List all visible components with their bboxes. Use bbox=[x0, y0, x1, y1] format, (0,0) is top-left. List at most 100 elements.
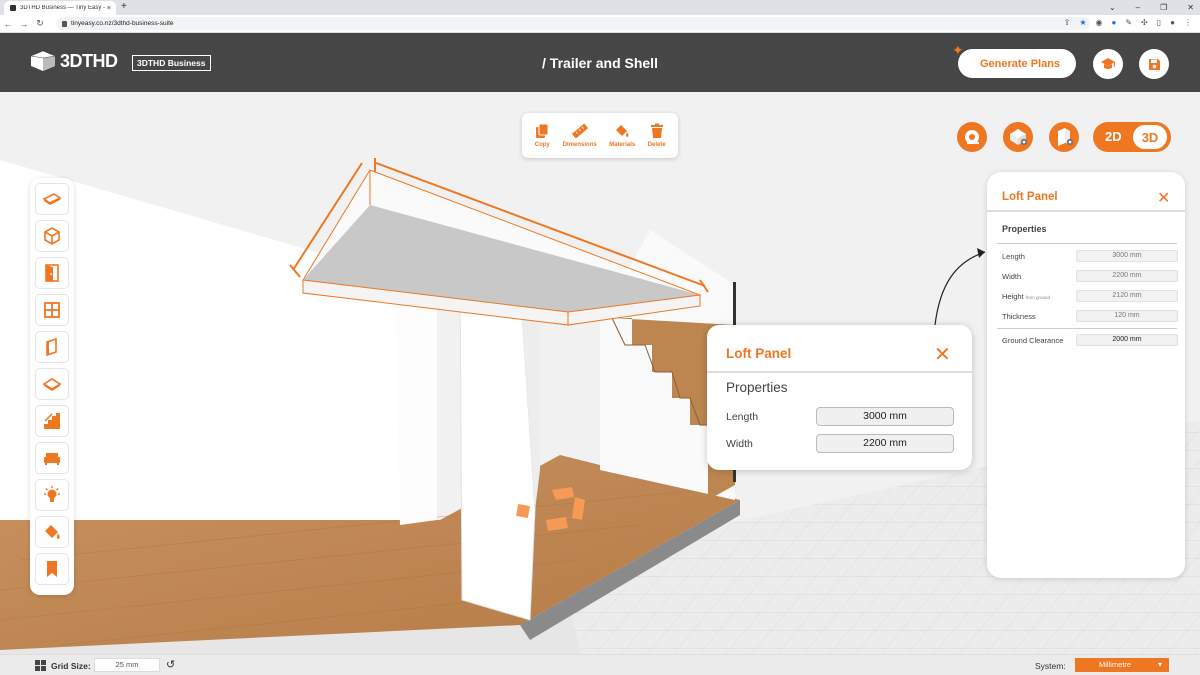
status-bar: Grid Size: 25 mm ↺ System: Millimetre ▾ bbox=[0, 654, 1200, 675]
sidebar-item-bookmarks[interactable] bbox=[35, 553, 69, 585]
paint-bucket-icon bbox=[45, 525, 60, 539]
popup-length-field[interactable]: 3000 mm bbox=[816, 407, 954, 426]
url-field[interactable]: tinyeasy.co.nz/3dthd-business-suite bbox=[56, 17, 1090, 30]
puzzle-icon[interactable]: ✣ bbox=[1141, 18, 1148, 27]
sidebar-item-paint[interactable] bbox=[35, 516, 69, 548]
sidebar-item-lighting[interactable] bbox=[35, 479, 69, 511]
profile-icon[interactable]: ● bbox=[1170, 18, 1175, 27]
sidebar-item-furniture[interactable] bbox=[35, 442, 69, 474]
restore-button[interactable]: ❐ bbox=[1160, 3, 1167, 12]
properties-panel: Loft Panel ✕ Properties Length 3000 mm W… bbox=[987, 172, 1185, 578]
panel-close-icon[interactable]: ✕ bbox=[1157, 188, 1170, 208]
height-row: Height from ground 2120 mm bbox=[1002, 290, 1178, 302]
thickness-field[interactable]: 120 mm bbox=[1076, 310, 1178, 322]
popup-width-row: Width 2200 mm bbox=[726, 434, 954, 454]
unit-system-value: Millimetre bbox=[1099, 660, 1132, 669]
new-tab-button[interactable]: + bbox=[121, 1, 127, 12]
sidebar-item-shell[interactable] bbox=[35, 220, 69, 252]
view-interior-button[interactable] bbox=[1049, 122, 1079, 152]
materials-button[interactable]: Materials bbox=[609, 123, 635, 148]
wall-panel-icon bbox=[46, 337, 57, 357]
chevron-down-icon: ▾ bbox=[1157, 660, 1162, 669]
ground-clearance-label: Ground Clearance bbox=[1002, 336, 1064, 345]
generate-plans-label: Generate Plans bbox=[979, 57, 1061, 70]
paint-bucket-icon bbox=[616, 125, 629, 137]
tab-close-icon[interactable]: × bbox=[107, 5, 111, 12]
reset-grid-icon[interactable]: ↺ bbox=[166, 658, 175, 671]
length-field[interactable]: 3000 mm bbox=[1076, 250, 1178, 262]
sofa-icon bbox=[44, 453, 60, 465]
sidebar-item-windows[interactable] bbox=[35, 294, 69, 326]
trash-icon bbox=[650, 123, 663, 138]
sidebar-icon[interactable]: ▯ bbox=[1157, 18, 1161, 27]
tool-sidebar bbox=[30, 178, 74, 595]
bookmark-star-icon[interactable]: ★ bbox=[1079, 18, 1086, 27]
height-label: Height from ground bbox=[1002, 292, 1050, 301]
tape-measure-button[interactable] bbox=[957, 122, 987, 152]
sidebar-item-doors[interactable] bbox=[35, 257, 69, 289]
height-note: from ground bbox=[1025, 295, 1050, 300]
divider bbox=[997, 328, 1177, 329]
toggle-2d[interactable]: 2D bbox=[1105, 129, 1122, 144]
popup-width-field[interactable]: 2200 mm bbox=[816, 434, 954, 453]
reload-button[interactable]: ↻ bbox=[32, 18, 48, 29]
panel-title: Loft Panel bbox=[1002, 191, 1058, 203]
ground-clearance-row: Ground Clearance 2000 mm bbox=[1002, 334, 1178, 346]
height-field[interactable]: 2120 mm bbox=[1076, 290, 1178, 302]
grid-size-input[interactable]: 25 mm bbox=[94, 658, 160, 672]
width-field[interactable]: 2200 mm bbox=[1076, 270, 1178, 282]
camera-icon[interactable]: ◉ bbox=[1096, 18, 1103, 27]
tutorial-button[interactable] bbox=[1093, 49, 1123, 79]
popup-close-icon[interactable]: ✕ bbox=[934, 342, 951, 367]
properties-heading: Properties bbox=[1002, 224, 1047, 234]
browser-extensions: ⇪ ★ ◉ ● ✎ ✣ ▯ ● ⋮ bbox=[1064, 18, 1192, 27]
generate-plans-button[interactable]: ✦ Generate Plans bbox=[952, 42, 1076, 78]
thickness-row: Thickness 120 mm bbox=[1002, 310, 1178, 322]
browser-tab[interactable]: 3DTHD Business — Tiny Easy - T × bbox=[4, 1, 116, 15]
view-mode-toggle[interactable]: 2D 3D bbox=[1093, 122, 1171, 152]
popup-length-row: Length 3000 mm bbox=[726, 407, 954, 427]
copy-icon bbox=[536, 123, 549, 138]
pen-icon[interactable]: ✎ bbox=[1125, 18, 1132, 27]
view-exterior-button[interactable] bbox=[1003, 122, 1033, 152]
object-toolbar: Copy Dimensions Materials Delete bbox=[522, 113, 678, 158]
save-button[interactable] bbox=[1139, 49, 1169, 79]
divider bbox=[707, 371, 972, 373]
window-controls: ⌄ – ❐ ✕ bbox=[1109, 0, 1194, 15]
popup-properties-heading: Properties bbox=[726, 380, 788, 395]
popup-title: Loft Panel bbox=[726, 346, 792, 361]
divider bbox=[987, 210, 1185, 212]
stairs-icon bbox=[44, 413, 60, 429]
ruler-icon bbox=[571, 123, 588, 139]
popup-width-label: Width bbox=[726, 438, 753, 450]
floppy-disk-icon bbox=[1148, 58, 1160, 70]
extension-circle-icon[interactable]: ● bbox=[1112, 18, 1117, 27]
sidebar-item-loft[interactable] bbox=[35, 368, 69, 400]
light-bulb-icon bbox=[44, 486, 60, 502]
close-window-button[interactable]: ✕ bbox=[1187, 3, 1194, 12]
length-row: Length 3000 mm bbox=[1002, 250, 1178, 262]
floor-plate-icon bbox=[42, 193, 62, 205]
width-label: Width bbox=[1002, 272, 1022, 281]
forward-button[interactable]: → bbox=[16, 19, 32, 29]
grid-size-label: Grid Size: bbox=[51, 661, 91, 671]
sidebar-item-floor[interactable] bbox=[35, 183, 69, 215]
sidebar-item-stairs[interactable] bbox=[35, 405, 69, 437]
toggle-3d[interactable]: 3D bbox=[1133, 125, 1167, 149]
browser-tabbar: 3DTHD Business — Tiny Easy - T × + ⌄ – ❐… bbox=[0, 0, 1200, 15]
loft-panel-popup: Loft Panel ✕ Properties Length 3000 mm W… bbox=[707, 325, 972, 470]
sidebar-item-walls[interactable] bbox=[35, 331, 69, 363]
copy-button[interactable]: Copy bbox=[534, 123, 550, 148]
lock-icon bbox=[62, 20, 67, 27]
share-icon[interactable]: ⇪ bbox=[1064, 18, 1071, 27]
ground-clearance-field[interactable]: 2000 mm bbox=[1076, 334, 1178, 346]
delete-button[interactable]: Delete bbox=[648, 123, 666, 148]
loft-panel-icon bbox=[42, 378, 62, 391]
menu-icon[interactable]: ⋮ bbox=[1184, 18, 1192, 27]
unit-system-select[interactable]: Millimetre ▾ bbox=[1075, 658, 1169, 672]
dimensions-label: Dimensions bbox=[562, 142, 597, 148]
dimensions-button[interactable]: Dimensions bbox=[563, 123, 597, 148]
minimize-button[interactable]: – bbox=[1136, 3, 1140, 12]
tab-search-icon[interactable]: ⌄ bbox=[1109, 3, 1116, 12]
back-button[interactable]: ← bbox=[0, 19, 16, 29]
